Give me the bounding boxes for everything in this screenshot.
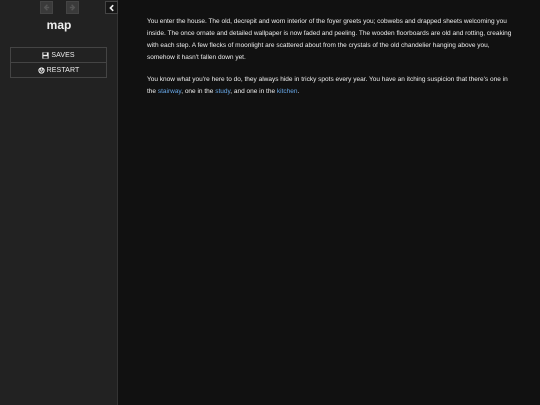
- passage-paragraph-1: You enter the house. The old, decrepit a…: [147, 18, 512, 61]
- saves-label: SAVES: [51, 51, 75, 59]
- arrow-right-icon: [69, 4, 76, 11]
- restart-button[interactable]: RESTART: [11, 62, 106, 77]
- study-link[interactable]: study: [215, 88, 230, 95]
- saves-button[interactable]: SAVES: [11, 48, 106, 62]
- chevron-left-icon: [108, 4, 114, 11]
- passage-text: .: [297, 88, 300, 95]
- power-icon: [37, 66, 45, 74]
- story-menu: SAVES RESTART: [10, 47, 107, 78]
- history-back-button[interactable]: [40, 1, 53, 14]
- kitchen-link[interactable]: kitchen: [277, 88, 298, 95]
- story-title: map: [46, 18, 72, 32]
- history-forward-button[interactable]: [66, 1, 79, 14]
- stairway-link[interactable]: stairway: [158, 88, 181, 95]
- story-passage: You enter the house. The old, decrepit a…: [147, 16, 515, 108]
- passage-text: , and one in the: [230, 88, 277, 95]
- restart-label: RESTART: [46, 66, 80, 74]
- save-icon: [42, 51, 49, 59]
- passage-text: , one in the: [181, 88, 216, 95]
- arrow-left-icon: [43, 4, 50, 11]
- sidebar-toggle-button[interactable]: [105, 1, 118, 14]
- ui-sidebar: map SAVES RESTART: [0, 0, 118, 405]
- passage-paragraph-2: You know what you're here to do, they al…: [147, 74, 515, 98]
